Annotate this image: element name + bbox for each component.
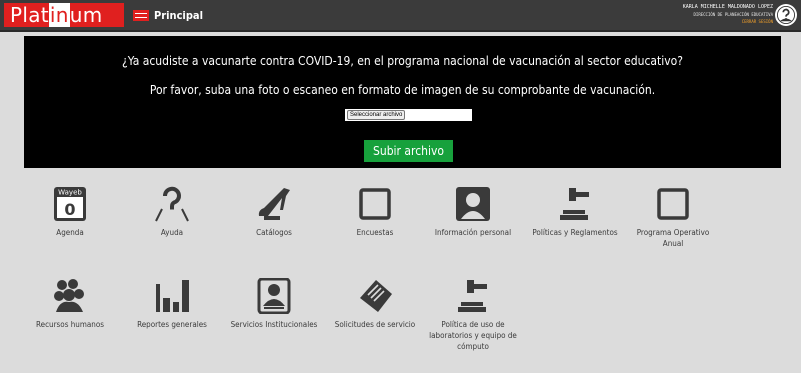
tile-reportes-generales[interactable]: Reportes generales bbox=[127, 278, 217, 330]
file-input[interactable]: Seleccionar archivo bbox=[345, 109, 472, 121]
tile-label: Solicitudes de servicio bbox=[334, 320, 416, 329]
tile-politica-laboratorios[interactable]: Política de uso de laboratorios y equipo… bbox=[428, 278, 518, 352]
id-card-icon bbox=[257, 278, 291, 314]
tile-label: Políticas y Reglamentos bbox=[532, 228, 618, 237]
people-icon bbox=[54, 279, 84, 312]
user-name: KARLA MICHELLE MALDONADO LOPEZ bbox=[682, 4, 773, 10]
square-icon bbox=[657, 188, 689, 220]
tile-ayuda[interactable]: Ayuda bbox=[127, 186, 217, 238]
question-icon bbox=[155, 186, 189, 222]
svg-text:0: 0 bbox=[64, 200, 75, 219]
document-icon bbox=[360, 280, 392, 312]
tile-catalogos[interactable]: Catálogos bbox=[229, 186, 319, 238]
square-icon bbox=[359, 188, 391, 220]
tile-label: Servicios Institucionales bbox=[230, 320, 318, 329]
tile-agenda[interactable]: Wayeb 0 Agenda bbox=[25, 186, 115, 238]
vaccination-question: ¿Ya acudiste a vacunarte contra COVID-19… bbox=[122, 54, 683, 68]
bar-chart-icon bbox=[156, 280, 189, 312]
high-heel-icon bbox=[258, 188, 290, 220]
person-icon bbox=[456, 187, 490, 221]
tile-label: Información personal bbox=[434, 228, 512, 237]
upload-instruction: Por favor, suba una foto o escaneo en fo… bbox=[149, 83, 656, 97]
tile-encuestas[interactable]: Encuestas bbox=[330, 186, 420, 238]
gavel-icon bbox=[458, 280, 487, 312]
tile-politicas-reglamentos[interactable]: Políticas y Reglamentos bbox=[530, 186, 620, 238]
tile-programa-operativo[interactable]: Programa Operativo Anual bbox=[628, 186, 718, 249]
logout-link[interactable]: CERRAR SESIÓN bbox=[683, 18, 773, 25]
tile-label: Programa Operativo Anual bbox=[636, 228, 710, 248]
tile-label: Agenda bbox=[56, 228, 84, 237]
menu-label: Principal bbox=[154, 8, 203, 22]
main-menu-button[interactable]: Principal bbox=[133, 8, 203, 22]
user-department: DIRECCIÓN DE PLANEACIÓN EDUCATIVA bbox=[693, 12, 773, 17]
help-avatar-icon[interactable] bbox=[775, 4, 797, 26]
tile-label: Encuestas bbox=[356, 228, 394, 237]
tile-recursos-humanos[interactable]: Recursos humanos bbox=[25, 278, 115, 330]
tile-label: Recursos humanos bbox=[36, 320, 104, 329]
platinum-logo[interactable]: Platinum bbox=[4, 3, 124, 27]
gavel-icon bbox=[560, 188, 589, 220]
upload-submit-button[interactable]: Subir archivo bbox=[364, 140, 453, 162]
vaccination-banner: ¿Ya acudiste a vacunarte contra COVID-19… bbox=[24, 36, 781, 168]
user-info: KARLA MICHELLE MALDONADO LOPEZ DIRECCIÓN… bbox=[683, 4, 773, 25]
select-file-button[interactable]: Seleccionar archivo bbox=[347, 110, 406, 120]
calendar-icon: Wayeb 0 bbox=[54, 187, 86, 221]
tile-label: Ayuda bbox=[160, 228, 184, 237]
menu-icon bbox=[133, 9, 149, 21]
tile-servicios-institucionales[interactable]: Servicios Institucionales bbox=[229, 278, 319, 330]
tile-label: Reportes generales bbox=[137, 320, 207, 329]
tile-label: Política de uso de laboratorios y equipo… bbox=[429, 320, 517, 351]
svg-text:Wayeb: Wayeb bbox=[58, 189, 82, 197]
tile-informacion-personal[interactable]: Información personal bbox=[428, 186, 518, 238]
tile-solicitudes-servicio[interactable]: Solicitudes de servicio bbox=[330, 278, 420, 330]
top-bar: Platinum Principal KARLA MICHELLE MALDON… bbox=[0, 0, 801, 32]
tile-label: Catálogos bbox=[256, 228, 292, 237]
